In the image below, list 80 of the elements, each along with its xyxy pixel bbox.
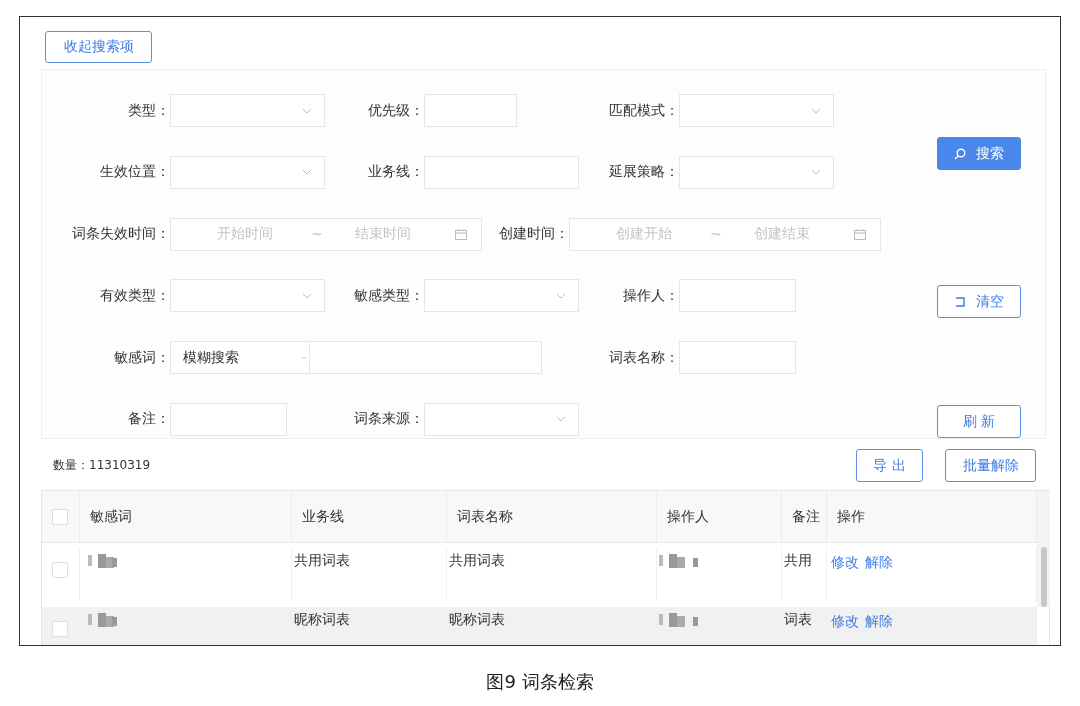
scrollbar[interactable]: [1037, 491, 1050, 607]
column-header: 词表名称: [447, 491, 657, 543]
field-label: 创建时间：: [498, 225, 569, 244]
export-button[interactable]: 导 出: [856, 449, 923, 482]
field-label: 词条来源：: [353, 410, 424, 429]
chevron-down-icon: [556, 292, 566, 299]
input-field[interactable]: [424, 155, 579, 189]
select-field[interactable]: [170, 155, 325, 189]
input-field[interactable]: [310, 341, 542, 375]
blurred-text-icon: [659, 613, 699, 627]
table-cell: 昵称词表: [449, 611, 505, 629]
field-label: 生效位置：: [99, 163, 170, 182]
chevron-down-icon: [556, 416, 566, 423]
table-row[interactable]: 昵称词表 昵称词表 词表 修改 解除: [42, 607, 1037, 645]
edit-link[interactable]: 修改: [831, 613, 859, 631]
select-field[interactable]: [424, 279, 579, 313]
chevron-down-icon: [811, 169, 821, 176]
blurred-text-icon: [88, 613, 118, 627]
select-field[interactable]: [170, 94, 325, 127]
input-field[interactable]: [424, 94, 517, 127]
select-field[interactable]: [679, 155, 834, 189]
clear-icon: [954, 296, 966, 307]
calendar-icon: [854, 228, 866, 240]
select-field[interactable]: [170, 279, 325, 313]
chevron-down-icon: [301, 355, 307, 360]
end-date-placeholder: 结束时间: [354, 225, 411, 244]
input-field[interactable]: [170, 403, 287, 436]
input-field[interactable]: [679, 341, 796, 375]
select-all-checkbox[interactable]: [52, 508, 68, 525]
field-label: 延展策略：: [608, 163, 679, 182]
start-date-placeholder: 创建开始: [616, 225, 672, 244]
table-cell: 共用词表: [449, 552, 505, 570]
column-header: 操作人: [657, 491, 782, 543]
field-label: 敏感词：: [113, 348, 170, 367]
release-link[interactable]: 解除: [865, 613, 893, 631]
table-cell: 共用词表: [294, 552, 350, 570]
release-link[interactable]: 解除: [865, 554, 893, 572]
field-label: 词条失效时间：: [71, 225, 170, 244]
clear-button[interactable]: 清空: [937, 285, 1021, 318]
field-label: 业务线：: [367, 163, 424, 182]
field-label: 类型：: [127, 101, 170, 120]
chevron-down-icon: [302, 292, 312, 299]
table-cell: 昵称词表: [294, 611, 350, 629]
input-field[interactable]: [679, 279, 796, 313]
range-separator: ~: [710, 226, 722, 243]
select-field[interactable]: [424, 403, 579, 436]
column-header: 备注: [782, 491, 827, 543]
result-count: 数量：11310319: [52, 457, 151, 474]
range-separator: ~: [311, 226, 323, 243]
mode-select[interactable]: 模糊搜索: [170, 341, 310, 375]
field-label: 操作人：: [622, 286, 679, 305]
field-label: 备注：: [127, 410, 170, 429]
search-button[interactable]: 搜索: [937, 137, 1021, 170]
column-header: 操作: [827, 491, 1037, 543]
field-label: 词表名称：: [608, 348, 679, 367]
select-field[interactable]: [679, 94, 834, 127]
field-label: 匹配模式：: [608, 101, 679, 120]
blurred-text-icon: [88, 554, 118, 568]
chevron-down-icon: [302, 169, 312, 176]
field-label: 优先级：: [367, 101, 424, 120]
chevron-down-icon: [302, 107, 312, 114]
column-header: 业务线: [292, 491, 447, 543]
refresh-button[interactable]: 刷 新: [937, 405, 1021, 438]
figure-caption: 图9 词条检索: [486, 670, 594, 694]
collapse-search-button[interactable]: 收起搜索项: [45, 31, 152, 63]
start-date-placeholder: 开始时间: [217, 225, 273, 244]
table-cell: 词表: [784, 611, 812, 629]
blurred-text-icon: [659, 554, 699, 568]
column-header: 敏感词: [80, 491, 292, 543]
table-cell: 共用: [784, 552, 812, 570]
edit-link[interactable]: 修改: [831, 554, 859, 572]
search-icon: [954, 147, 966, 160]
row-checkbox[interactable]: [52, 562, 68, 578]
batch-release-button[interactable]: 批量解除: [945, 449, 1036, 482]
field-label: 敏感类型：: [353, 286, 424, 305]
calendar-icon: [455, 228, 467, 240]
row-checkbox[interactable]: [52, 621, 68, 637]
field-label: 有效类型：: [99, 286, 170, 305]
end-date-placeholder: 创建结束: [753, 225, 810, 244]
chevron-down-icon: [811, 107, 821, 114]
